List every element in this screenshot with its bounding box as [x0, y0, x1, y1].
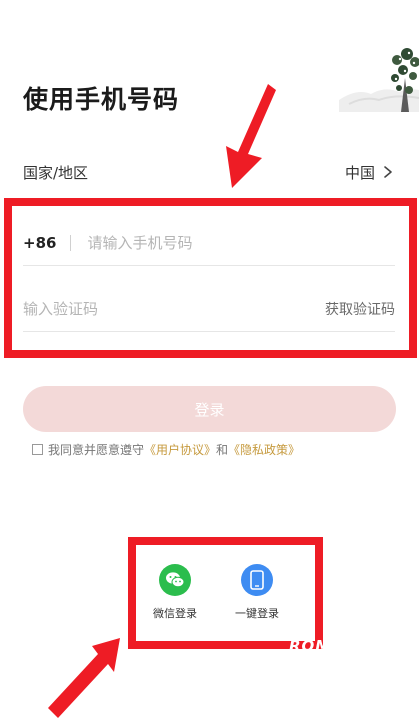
annotation-box-social [128, 537, 323, 649]
annotation-arrow-up-icon [48, 638, 120, 718]
agreement-checkbox[interactable] [32, 444, 43, 455]
chevron-right-icon [384, 166, 392, 178]
page-title: 使用手机号码 [23, 85, 180, 114]
agreement-and: 和 [216, 443, 229, 457]
region-selector[interactable]: 国家/地区 中国 [23, 160, 395, 184]
region-value: 中国 [344, 163, 375, 182]
user-agreement-link[interactable]: 《用户协议》 [144, 441, 216, 458]
login-button[interactable]: 登录 [23, 386, 396, 432]
region-label: 国家/地区 [23, 163, 89, 182]
watermark: ROM [289, 637, 332, 655]
agreement-row: 我同意并愿意遵守 《用户协议》 和 《隐私政策》 [32, 441, 300, 458]
pine-decoration-icon [339, 48, 419, 112]
annotation-arrow-down-icon [226, 84, 276, 188]
agreement-prefix: 我同意并愿意遵守 [48, 443, 145, 457]
privacy-policy-link[interactable]: 《隐私政策》 [228, 441, 300, 458]
annotation-box-inputs [4, 198, 417, 358]
region-value-group[interactable]: 中国 [345, 162, 395, 183]
